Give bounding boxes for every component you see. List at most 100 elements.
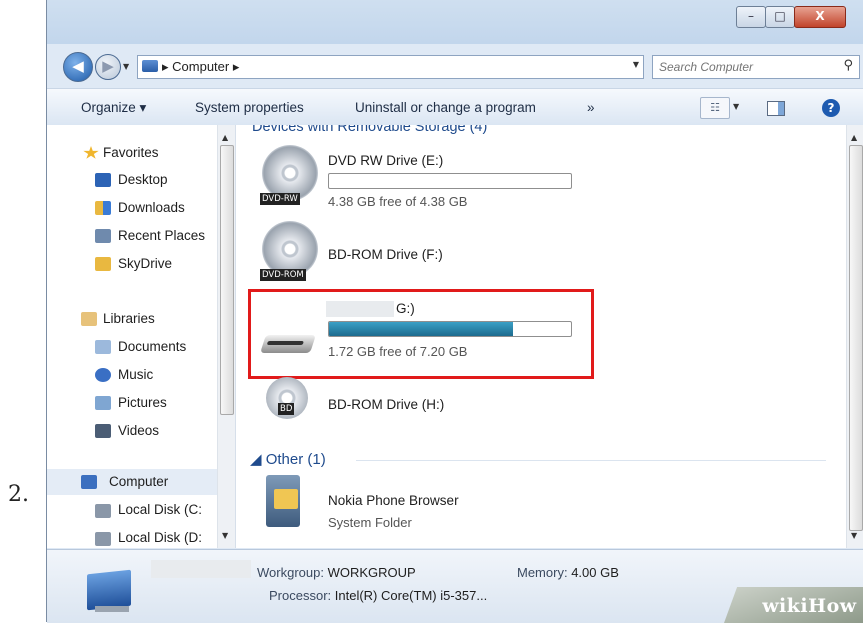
drive-f-name[interactable]: BD-ROM Drive (F:) (328, 247, 443, 262)
nav-libraries[interactable]: Libraries (103, 311, 155, 326)
processor-label: Processor: (269, 588, 332, 603)
back-button[interactable]: ◀ (63, 52, 93, 82)
forward-button[interactable]: ▶ (95, 54, 121, 80)
breadcrumb[interactable]: ▸ Computer ▸ (162, 59, 239, 75)
skydrive-icon (95, 257, 111, 271)
workgroup-label: Workgroup: (257, 565, 324, 580)
bd-badge: BD (278, 403, 295, 415)
close-button[interactable]: X (794, 6, 846, 28)
wikihow-watermark: wikiHow (724, 587, 863, 623)
change-view-button[interactable]: ☷ (700, 97, 730, 119)
computer-base-icon (95, 606, 129, 612)
processor-info: Processor: Intel(R) Core(TM) i5-357... (269, 588, 487, 603)
view-options-dropdown-icon[interactable]: ▼ (733, 102, 739, 111)
explorer-window: – □ X ◀ ▶ ▼ ▸ Computer ▸ ▼ ⇆ ⚲ Organize … (46, 0, 863, 623)
nav-music[interactable]: Music (118, 367, 153, 382)
content-scroll-up-icon[interactable]: ▲ (851, 133, 857, 142)
address-dropdown-icon[interactable]: ▼ (633, 60, 639, 69)
minimize-icon: – (748, 9, 754, 23)
nav-scroll-thumb[interactable] (220, 145, 234, 415)
drive-h-name[interactable]: BD-ROM Drive (H:) (328, 397, 444, 412)
content-scroll-down-icon[interactable]: ▼ (851, 531, 857, 540)
command-bar: Organize ▾ System properties Uninstall o… (47, 88, 863, 126)
music-icon (95, 368, 111, 382)
other-group-header[interactable]: ◢ Other (1) (250, 450, 326, 468)
star-icon (83, 146, 99, 159)
processor-value: Intel(R) Core(TM) i5-357... (334, 588, 488, 603)
search-input[interactable] (657, 58, 831, 76)
scroll-down-icon[interactable]: ▼ (222, 531, 228, 540)
computer-icon (142, 60, 158, 72)
nav-videos[interactable]: Videos (118, 423, 159, 438)
recent-pages-dropdown-icon[interactable]: ▼ (123, 62, 129, 71)
nav-scrollbar[interactable]: ▲ ▼ (217, 125, 235, 548)
title-bar: – □ X (47, 0, 863, 44)
nav-local-disk-d[interactable]: Local Disk (D: (118, 530, 202, 545)
step-number: 2. (8, 482, 29, 507)
dvd-rw-badge: DVD-RW (260, 193, 300, 205)
recent-places-icon (95, 229, 111, 243)
content-pane: Devices with Removable Storage (4) DVD-R… (236, 125, 846, 548)
address-bar[interactable]: ▸ Computer ▸ ▼ (137, 55, 644, 79)
computer-large-icon (87, 569, 131, 611)
nav-recent-places[interactable]: Recent Places (118, 228, 205, 243)
nokia-browser-name[interactable]: Nokia Phone Browser (328, 493, 459, 508)
scroll-up-icon[interactable]: ▲ (222, 133, 228, 142)
downloads-icon (95, 201, 111, 215)
nav-documents[interactable]: Documents (118, 339, 186, 354)
search-icon[interactable]: ⚲ (843, 58, 853, 73)
system-properties-button[interactable]: System properties (195, 100, 304, 115)
details-pane: Workgroup: WORKGROUP Memory: 4.00 GB Pro… (47, 549, 863, 623)
redacted-computer-name (151, 560, 251, 578)
more-commands-button[interactable]: » (587, 100, 595, 115)
nav-pictures[interactable]: Pictures (118, 395, 167, 410)
removable-storage-group-header[interactable]: Devices with Removable Storage (4) (252, 125, 487, 135)
maximize-icon: □ (774, 9, 786, 23)
memory-label: Memory: (517, 565, 568, 580)
content-scroll-thumb[interactable] (849, 145, 863, 531)
drive-e-usage-bar (328, 173, 572, 189)
drive-g-usage-fill (329, 322, 513, 336)
nav-favorites[interactable]: Favorites (103, 145, 159, 160)
videos-icon (95, 424, 111, 438)
group-divider (356, 460, 826, 461)
documents-icon (95, 340, 111, 354)
local-disk-d-icon (95, 532, 111, 546)
help-icon[interactable]: ? (822, 99, 840, 117)
local-disk-c-icon (95, 504, 111, 518)
minimize-button[interactable]: – (736, 6, 766, 28)
redacted-label (326, 301, 394, 317)
navigation-pane: Favorites Desktop Downloads Recent Place… (47, 125, 236, 548)
nav-downloads[interactable]: Downloads (118, 200, 185, 215)
nav-skydrive[interactable]: SkyDrive (118, 256, 172, 271)
libraries-icon (81, 312, 97, 326)
uninstall-program-button[interactable]: Uninstall or change a program (355, 100, 536, 115)
nav-local-disk-c[interactable]: Local Disk (C: (118, 502, 202, 517)
drive-e-name[interactable]: DVD RW Drive (E:) (328, 153, 443, 168)
nav-computer[interactable]: Computer (109, 474, 168, 489)
drive-e-free-space: 4.38 GB free of 4.38 GB (328, 194, 468, 209)
content-scrollbar[interactable]: ▲ ▼ (846, 125, 863, 548)
view-icon: ☷ (710, 101, 720, 114)
drive-g-usage-bar (328, 321, 572, 337)
wikihow-logo-text: wikiHow (761, 595, 857, 617)
pictures-icon (95, 396, 111, 410)
drive-g-name[interactable]: G:) (396, 301, 415, 316)
back-arrow-icon: ◀ (72, 57, 84, 75)
dvd-rom-badge: DVD-ROM (260, 269, 306, 281)
computer-icon (81, 475, 97, 489)
system-folder-icon (266, 475, 300, 527)
memory-info: Memory: 4.00 GB (517, 565, 619, 580)
preview-pane-icon[interactable] (767, 101, 785, 116)
usb-drive-icon (260, 335, 316, 353)
organize-button[interactable]: Organize ▾ (81, 100, 146, 116)
search-box[interactable]: ⚲ (652, 55, 860, 79)
memory-value: 4.00 GB (571, 565, 619, 580)
nokia-browser-type: System Folder (328, 515, 412, 530)
nav-desktop[interactable]: Desktop (118, 172, 168, 187)
maximize-button[interactable]: □ (765, 6, 795, 28)
workgroup-info: Workgroup: WORKGROUP (257, 565, 416, 580)
workgroup-value: WORKGROUP (327, 565, 416, 580)
forward-arrow-icon: ▶ (102, 57, 114, 75)
desktop-icon (95, 173, 111, 187)
